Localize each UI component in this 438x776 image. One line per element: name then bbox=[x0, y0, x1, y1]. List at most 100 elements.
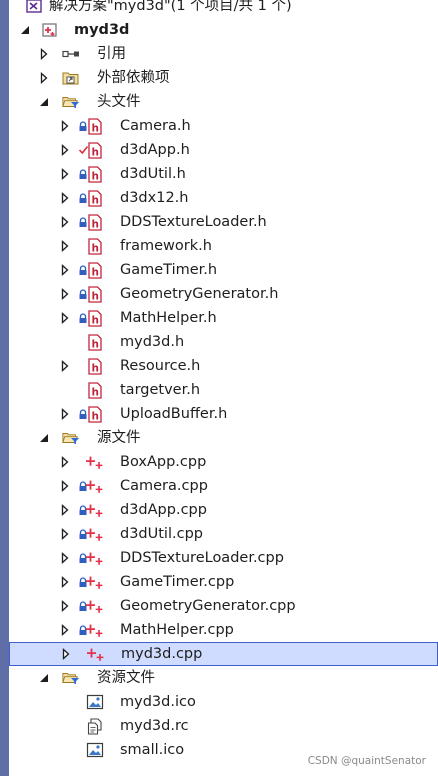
header-file-icon: h bbox=[86, 114, 104, 138]
tree-item[interactable]: h Camera.h bbox=[9, 114, 438, 138]
tree-item-label: d3dApp.h bbox=[120, 142, 190, 158]
collapsed-arrow-icon[interactable] bbox=[38, 42, 50, 66]
tree-item[interactable]: d3dApp.cpp bbox=[9, 498, 438, 522]
project-icon bbox=[41, 18, 59, 42]
solution-node[interactable]: 解决方案"myd3d"(1 个项目/共 1 个) bbox=[9, 0, 438, 18]
tree-item[interactable]: h DDSTextureLoader.h bbox=[9, 210, 438, 234]
folder-filter-icon bbox=[62, 90, 80, 114]
tree-item[interactable]: h GeometryGenerator.h bbox=[9, 282, 438, 306]
svg-text:h: h bbox=[91, 242, 98, 254]
svg-text:h: h bbox=[91, 290, 98, 302]
collapsed-arrow-icon[interactable] bbox=[59, 402, 71, 426]
tree-item[interactable]: 资源文件 bbox=[9, 666, 438, 690]
tree-item[interactable]: GameTimer.cpp bbox=[9, 570, 438, 594]
tree-item[interactable]: Camera.cpp bbox=[9, 474, 438, 498]
svg-text:h: h bbox=[91, 266, 98, 278]
tree-item-label: Camera.h bbox=[120, 118, 191, 134]
tree-item[interactable]: h myd3d.h bbox=[9, 330, 438, 354]
tree-item-label: small.ico bbox=[120, 742, 185, 758]
tree-item-label: DDSTextureLoader.cpp bbox=[120, 550, 284, 566]
tree-item[interactable]: 源文件 bbox=[9, 426, 438, 450]
tree-item-label: d3dx12.h bbox=[120, 190, 189, 206]
folder-filter-icon bbox=[62, 666, 80, 690]
tree-item[interactable]: 引用 bbox=[9, 42, 438, 66]
tree-item-label: Camera.cpp bbox=[120, 478, 208, 494]
collapsed-arrow-icon[interactable] bbox=[59, 162, 71, 186]
collapsed-arrow-icon[interactable] bbox=[59, 114, 71, 138]
tree-item[interactable]: h targetver.h bbox=[9, 378, 438, 402]
svg-text:h: h bbox=[91, 146, 98, 158]
tree-item[interactable]: myd3d bbox=[9, 18, 438, 42]
tree-item[interactable]: h GameTimer.h bbox=[9, 258, 438, 282]
collapsed-arrow-icon[interactable] bbox=[59, 282, 71, 306]
tree-item-label: 外部依赖项 bbox=[97, 70, 170, 86]
external-dependencies-icon bbox=[62, 66, 80, 90]
tree-item-label: 源文件 bbox=[97, 430, 141, 446]
collapsed-arrow-icon[interactable] bbox=[59, 474, 71, 498]
collapsed-arrow-icon[interactable] bbox=[59, 234, 71, 258]
tree-item[interactable]: DDSTextureLoader.cpp bbox=[9, 546, 438, 570]
collapsed-arrow-icon[interactable] bbox=[59, 546, 71, 570]
tree-item[interactable]: h d3dx12.h bbox=[9, 186, 438, 210]
tree-item[interactable]: GeometryGenerator.cpp bbox=[9, 594, 438, 618]
tree-item[interactable]: h d3dUtil.h bbox=[9, 162, 438, 186]
collapsed-arrow-icon[interactable] bbox=[59, 522, 71, 546]
tree-item-label: d3dUtil.cpp bbox=[120, 526, 203, 542]
collapsed-arrow-icon[interactable] bbox=[59, 570, 71, 594]
collapsed-arrow-icon[interactable] bbox=[59, 594, 71, 618]
tree-item[interactable]: h MathHelper.h bbox=[9, 306, 438, 330]
tree-item-label: 资源文件 bbox=[97, 670, 155, 686]
expanded-arrow-icon[interactable] bbox=[38, 666, 50, 690]
collapsed-arrow-icon[interactable] bbox=[38, 66, 50, 90]
collapsed-arrow-icon[interactable] bbox=[59, 306, 71, 330]
svg-text:h: h bbox=[91, 338, 98, 350]
tree-item[interactable]: BoxApp.cpp bbox=[9, 450, 438, 474]
image-file-icon bbox=[86, 738, 104, 762]
collapsed-arrow-icon[interactable] bbox=[59, 258, 71, 282]
svg-text:h: h bbox=[91, 314, 98, 326]
collapsed-arrow-icon[interactable] bbox=[59, 186, 71, 210]
tree-item-label: d3dUtil.h bbox=[120, 166, 186, 182]
tree-item-label: myd3d bbox=[74, 22, 130, 38]
expanded-arrow-icon[interactable] bbox=[19, 18, 31, 42]
collapsed-arrow-icon[interactable] bbox=[59, 450, 71, 474]
tree-item[interactable]: h framework.h bbox=[9, 234, 438, 258]
image-file-icon bbox=[86, 690, 104, 714]
tree-item[interactable]: 外部依赖项 bbox=[9, 66, 438, 90]
tree-item-label: Resource.h bbox=[120, 358, 201, 374]
tree-item[interactable]: myd3d.cpp bbox=[9, 642, 438, 666]
expanded-arrow-icon[interactable] bbox=[38, 90, 50, 114]
tree-item[interactable]: MathHelper.cpp bbox=[9, 618, 438, 642]
tree-item[interactable]: myd3d.ico bbox=[9, 690, 438, 714]
svg-text:h: h bbox=[91, 386, 98, 398]
cpp-file-icon bbox=[86, 618, 104, 642]
tree-item[interactable]: 头文件 bbox=[9, 90, 438, 114]
references-icon bbox=[62, 42, 80, 66]
tree-item[interactable]: h Resource.h bbox=[9, 354, 438, 378]
header-file-icon: h bbox=[86, 186, 104, 210]
solution-label: 解决方案"myd3d"(1 个项目/共 1 个) bbox=[49, 0, 292, 14]
cpp-file-icon bbox=[86, 450, 104, 474]
svg-text:h: h bbox=[91, 122, 98, 134]
tree-item[interactable]: h d3dApp.h bbox=[9, 138, 438, 162]
tree-item-label: framework.h bbox=[120, 238, 212, 254]
solution-explorer-panel: 解决方案"myd3d"(1 个项目/共 1 个) myd3d 引用外部依赖项头文件… bbox=[9, 0, 438, 776]
tree-item[interactable]: h UploadBuffer.h bbox=[9, 402, 438, 426]
collapsed-arrow-icon[interactable] bbox=[59, 498, 71, 522]
watermark: CSDN @quaintSenator bbox=[307, 755, 426, 767]
tree-item[interactable]: d3dUtil.cpp bbox=[9, 522, 438, 546]
collapsed-arrow-icon[interactable] bbox=[59, 354, 71, 378]
tree-item-label: 引用 bbox=[97, 46, 126, 62]
tree-item-label: UploadBuffer.h bbox=[120, 406, 228, 422]
svg-text:h: h bbox=[91, 410, 98, 422]
expanded-arrow-icon[interactable] bbox=[38, 426, 50, 450]
collapsed-arrow-icon[interactable] bbox=[60, 642, 72, 666]
header-file-icon: h bbox=[86, 234, 104, 258]
cpp-file-icon bbox=[86, 594, 104, 618]
collapsed-arrow-icon[interactable] bbox=[59, 210, 71, 234]
collapsed-arrow-icon[interactable] bbox=[59, 138, 71, 162]
tree-item[interactable]: myd3d.rc bbox=[9, 714, 438, 738]
collapsed-arrow-icon[interactable] bbox=[59, 618, 71, 642]
tree-item-label: GameTimer.cpp bbox=[120, 574, 235, 590]
tree-item-label: targetver.h bbox=[120, 382, 201, 398]
